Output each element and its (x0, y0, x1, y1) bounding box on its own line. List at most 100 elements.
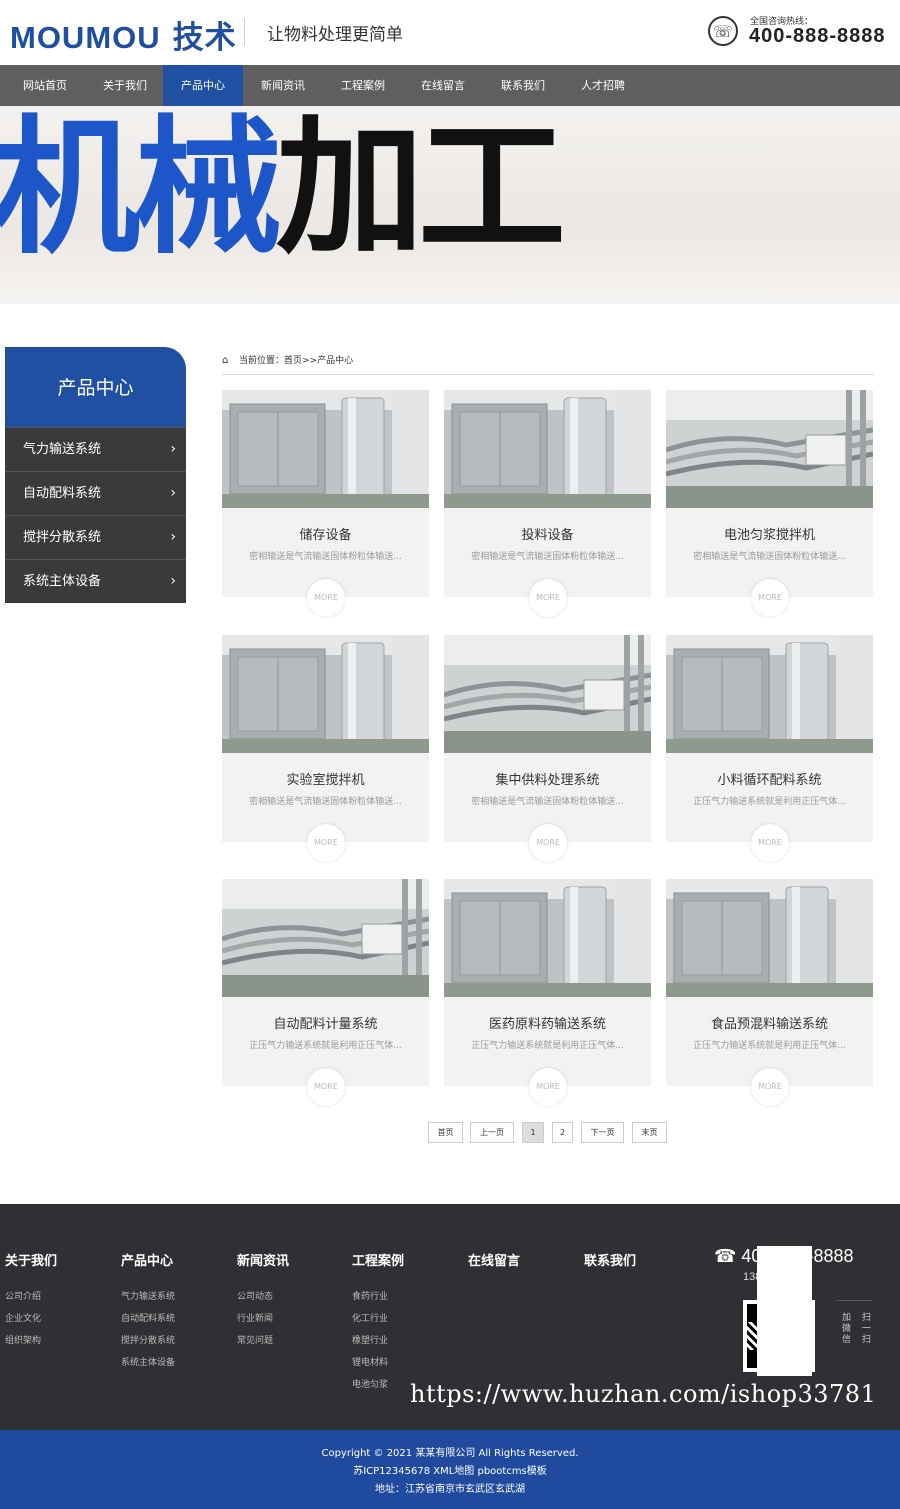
footer-link[interactable]: 组织架构 (5, 1333, 41, 1346)
more-button[interactable]: MORE (529, 824, 567, 862)
product-card[interactable]: 自动配料计量系统 正压气力输送系统就是利用正压气体... MORE (222, 879, 429, 1106)
product-name[interactable]: 自动配料计量系统 (222, 1013, 429, 1032)
product-card[interactable]: 食品预混料输送系统正压气力输送系统就是利用正压气体... MORE (666, 879, 873, 1106)
breadcrumb: ⌂ 当前位置：首页>>产品中心 (222, 348, 874, 375)
product-image[interactable] (222, 879, 429, 997)
pipes-illustration (222, 879, 429, 997)
more-button[interactable]: MORE (751, 824, 789, 862)
more-button[interactable]: MORE (529, 1068, 567, 1106)
pager-next[interactable]: 下一页 (581, 1122, 624, 1143)
more-button[interactable]: MORE (307, 824, 345, 862)
product-desc: 正压气力输送系统就是利用正压气体... (471, 1041, 624, 1051)
product-name[interactable]: 投料设备 (444, 524, 651, 543)
pager-page-1[interactable]: 1 (522, 1122, 544, 1143)
pager-first[interactable]: 首页 (428, 1122, 463, 1143)
footer-link[interactable]: 自动配料系统 (121, 1311, 175, 1324)
product-desc: 密相输送是气流输送固体粉粒体输送... (471, 552, 624, 562)
sidebar-item-batching[interactable]: 自动配料系统 › (5, 471, 186, 515)
product-card[interactable]: 小料循环配料系统正压气力输送系统就是利用正压气体... MORE (666, 635, 873, 862)
sidebar-item-label: 自动配料系统 (23, 486, 102, 501)
product-name[interactable]: 集中供料处理系统 (444, 769, 651, 788)
pipes-illustration (666, 390, 873, 508)
footer-link[interactable]: 搅拌分散系统 (121, 1333, 175, 1346)
tank-illustration (666, 635, 873, 753)
product-card[interactable]: 实验室搅拌机 密相输送是气流输送固体粉粒体输送... MORE (222, 635, 429, 862)
product-card[interactable]: 电池匀浆搅拌机密相输送是气流输送固体粉粒体输送... MORE (666, 390, 873, 617)
footer-link[interactable]: 电池匀浆 (352, 1377, 388, 1390)
more-button[interactable]: MORE (307, 579, 345, 617)
product-card[interactable]: 医药原料药输送系统正压气力输送系统就是利用正压气体... MORE (444, 879, 651, 1106)
more-button[interactable]: MORE (307, 1068, 345, 1106)
product-name[interactable]: 电池匀浆搅拌机 (666, 524, 873, 543)
product-image[interactable] (444, 635, 651, 753)
footer-col-title[interactable]: 关于我们 (5, 1250, 57, 1269)
product-desc: 密相输送是气流输送固体粉粒体输送... (249, 552, 402, 562)
product-image[interactable] (666, 879, 873, 997)
sidebar-item-label: 气力输送系统 (23, 442, 102, 457)
product-image[interactable] (222, 390, 429, 508)
product-image[interactable] (444, 879, 651, 997)
footer-link[interactable]: 常见问题 (237, 1333, 273, 1346)
footer-link[interactable]: 气力输送系统 (121, 1289, 175, 1302)
nav-item-news[interactable]: 新闻资讯 (243, 65, 323, 106)
more-button[interactable]: MORE (751, 1068, 789, 1106)
product-image[interactable] (666, 635, 873, 753)
product-name[interactable]: 医药原料药输送系统 (444, 1013, 651, 1032)
nav-item-contact[interactable]: 联系我们 (483, 65, 563, 106)
product-image[interactable] (666, 390, 873, 508)
product-desc: 密相输送是气流输送固体粉粒体输送... (693, 552, 846, 562)
product-desc: 正压气力输送系统就是利用正压气体... (693, 1041, 846, 1051)
sidebar: 产品中心 气力输送系统 › 自动配料系统 › 搅拌分散系统 › 系统主体设备 › (5, 347, 186, 603)
product-name[interactable]: 食品预混料输送系统 (666, 1013, 873, 1032)
nav-item-message[interactable]: 在线留言 (403, 65, 483, 106)
hotline: ☏ 全国咨询热线： 400-888-8888 (708, 14, 888, 54)
footer-link[interactable]: 系统主体设备 (121, 1355, 175, 1368)
footer-col-title[interactable]: 工程案例 (352, 1250, 404, 1269)
nav-item-products[interactable]: 产品中心 (163, 65, 243, 106)
qr-caption-wechat: 加微信 (840, 1312, 850, 1345)
home-icon: ⌂ (222, 355, 229, 366)
product-desc: 正压气力输送系统就是利用正压气体... (693, 797, 846, 807)
nav-item-cases[interactable]: 工程案例 (323, 65, 403, 106)
nav-item-home[interactable]: 网站首页 (5, 65, 85, 106)
logo-main: MOUMOU (10, 20, 161, 55)
breadcrumb-text[interactable]: 当前位置：首页>>产品中心 (239, 356, 353, 366)
icp-line[interactable]: 苏ICP12345678 XML地图 pbootcms模板 (0, 1462, 900, 1477)
nav-item-about[interactable]: 关于我们 (85, 65, 165, 106)
footer-col-title[interactable]: 联系我们 (584, 1250, 636, 1269)
site-header: MOUMOU 技术 让物料处理更简单 ☏ 全国咨询热线： 400-888-8888 (0, 0, 900, 65)
footer-link[interactable]: 公司动态 (237, 1289, 273, 1302)
more-button[interactable]: MORE (751, 579, 789, 617)
product-name[interactable]: 小料循环配料系统 (666, 769, 873, 788)
product-card[interactable]: 集中供料处理系统 密相输送是气流输送固体粉粒体输送... MORE (444, 635, 651, 862)
product-card[interactable]: 投料设备密相输送是气流输送固体粉粒体输送... MORE (444, 390, 651, 617)
pager-prev[interactable]: 上一页 (470, 1122, 514, 1143)
product-name[interactable]: 储存设备 (222, 524, 429, 543)
sidebar-item-mixing[interactable]: 搅拌分散系统 › (5, 515, 186, 559)
header-divider (244, 18, 245, 46)
pager-page-2[interactable]: 2 (552, 1122, 573, 1143)
product-name[interactable]: 实验室搅拌机 (222, 769, 429, 788)
footer-col-title[interactable]: 在线留言 (468, 1250, 520, 1269)
footer-link[interactable]: 橡塑行业 (352, 1333, 388, 1346)
qr-separator (836, 1300, 872, 1301)
product-card[interactable]: 储存设备密相输送是气流输送固体粉粒体输送... MORE (222, 390, 429, 617)
product-image[interactable] (444, 390, 651, 508)
pager-last[interactable]: 末页 (632, 1122, 667, 1143)
sidebar-item-pneumatic[interactable]: 气力输送系统 › (5, 427, 186, 471)
footer-link[interactable]: 化工行业 (352, 1311, 388, 1324)
nav-item-jobs[interactable]: 人才招聘 (563, 65, 643, 106)
footer-col-title[interactable]: 新闻资讯 (237, 1250, 289, 1269)
product-image[interactable] (222, 635, 429, 753)
footer-link[interactable]: 锂电材料 (352, 1355, 388, 1368)
sidebar-item-main-equipment[interactable]: 系统主体设备 › (5, 559, 186, 603)
logo-sub: 技术 (172, 20, 237, 55)
footer-link[interactable]: 食药行业 (352, 1289, 388, 1302)
footer-link[interactable]: 企业文化 (5, 1311, 41, 1324)
more-button[interactable]: MORE (529, 579, 567, 617)
footer-link[interactable]: 公司介绍 (5, 1289, 41, 1302)
footer-link[interactable]: 行业新闻 (237, 1311, 273, 1324)
logo[interactable]: MOUMOU 技术 (10, 12, 237, 57)
footer-col-title[interactable]: 产品中心 (121, 1250, 173, 1269)
hotline-number: 400-888-8888 (749, 25, 886, 47)
